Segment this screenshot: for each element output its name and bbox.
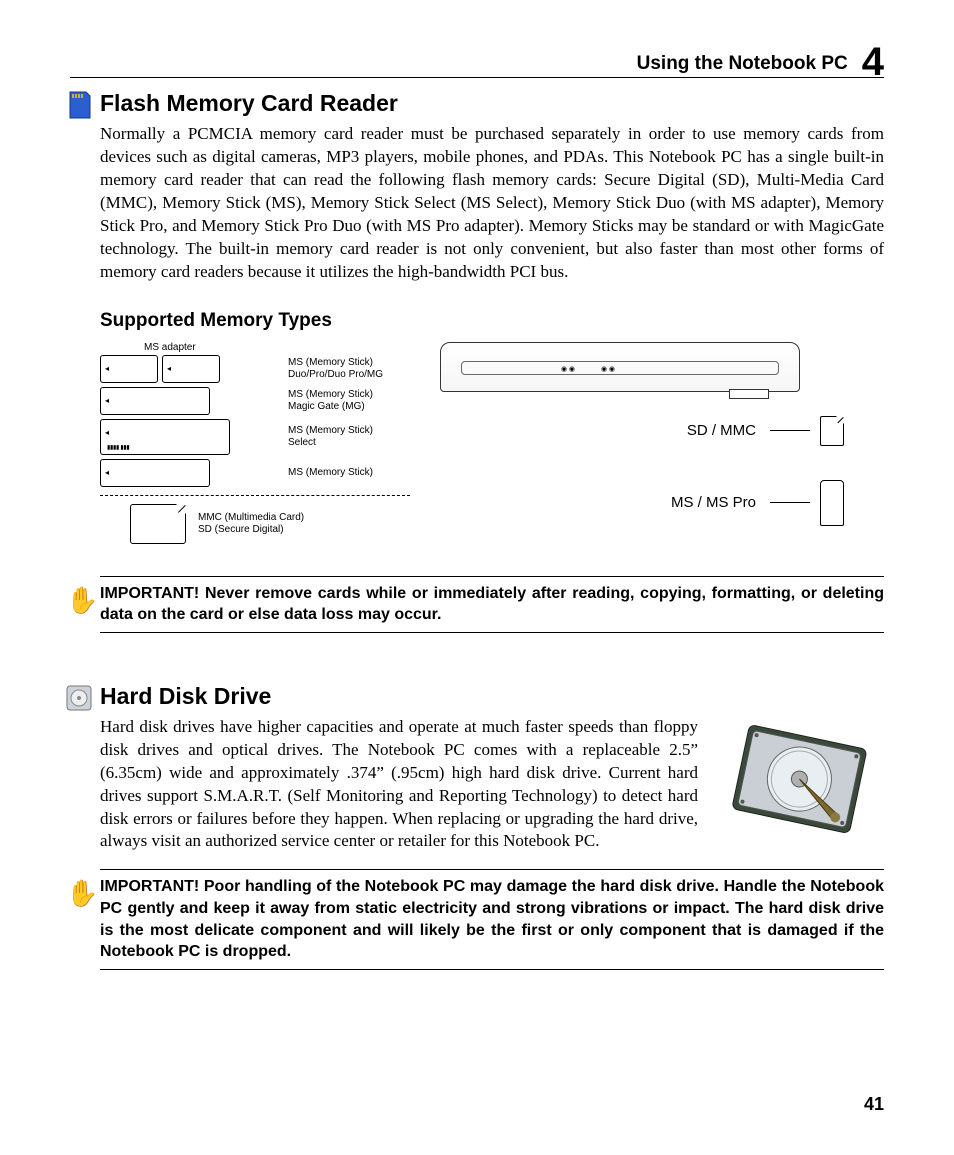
- supported-types-heading: Supported Memory Types: [100, 310, 884, 332]
- card-row-sd: MMC (Multimedia Card) SD (Secure Digital…: [130, 504, 410, 544]
- card-ms-duo: ◂: [100, 355, 158, 383]
- warning1-text: IMPORTANT! Never remove cards while or i…: [100, 585, 884, 624]
- slot-sd-row: SD / MMC: [440, 416, 844, 446]
- flash-reader-heading: Flash Memory Card Reader: [100, 90, 884, 117]
- warning-hdd-handling: ✋ IMPORTANT! Poor handling of the Notebo…: [100, 869, 884, 969]
- card-row-select: ◂ ▮▮▮▮ ▮▮▮ MS (Memory Stick) Select: [100, 419, 410, 455]
- card-label-bottom: MMC (Multimedia Card) SD (Secure Digital…: [198, 512, 304, 536]
- laptop-side-view: ◉ ◉ ◉ ◉: [440, 342, 800, 392]
- card-ms-select: ◂ ▮▮▮▮ ▮▮▮: [100, 419, 230, 455]
- card-ms: ◂: [100, 459, 210, 487]
- warning2-text: IMPORTANT! Poor handling of the Notebook…: [100, 878, 884, 960]
- card-label-2: MS (Memory Stick) Select: [288, 425, 373, 449]
- hdd-heading: Hard Disk Drive: [100, 683, 884, 710]
- card-label-3: MS (Memory Stick): [288, 467, 373, 479]
- memory-types-diagram: MS adapter ◂ ◂ MS (Memory Stick) Duo/Pro…: [100, 342, 884, 548]
- memory-card-icon: [64, 90, 94, 120]
- slot-label-ms: MS / MS Pro: [671, 494, 756, 511]
- card-ms-adapter: ◂: [162, 355, 220, 383]
- section-flash-reader: Flash Memory Card Reader Normally a PCMC…: [100, 90, 884, 548]
- hdd-image: [714, 716, 884, 846]
- slot-card-ms: [820, 480, 844, 526]
- hdd-small-icon: [64, 683, 94, 713]
- warning-card-removal: ✋ IMPORTANT! Never remove cards while or…: [100, 576, 884, 633]
- hand-stop-icon: ✋: [66, 876, 98, 911]
- card-sd-mmc: [130, 504, 186, 544]
- page-number: 41: [864, 1094, 884, 1115]
- memory-cards-column: MS adapter ◂ ◂ MS (Memory Stick) Duo/Pro…: [100, 342, 410, 548]
- ms-adapter-label: MS adapter: [144, 342, 410, 353]
- header-section-title: Using the Notebook PC: [637, 53, 848, 75]
- slot-label-sd: SD / MMC: [687, 422, 756, 439]
- card-label-0: MS (Memory Stick) Duo/Pro/Duo Pro/MG: [288, 357, 383, 381]
- card-ms-mg: ◂: [100, 387, 210, 415]
- hand-stop-icon: ✋: [66, 583, 98, 618]
- hdd-body: Hard disk drives have higher capacities …: [100, 716, 698, 854]
- slot-card-sd: [820, 416, 844, 446]
- header-chapter-number: 4: [862, 46, 884, 78]
- slot-ms-row: MS / MS Pro: [440, 480, 844, 526]
- card-row-ms: ◂ MS (Memory Stick): [100, 459, 410, 487]
- dashed-separator: [100, 495, 410, 496]
- card-label-1: MS (Memory Stick) Magic Gate (MG): [288, 389, 373, 413]
- section-hdd: Hard Disk Drive Hard disk drives have hi…: [100, 683, 884, 854]
- page-header: Using the Notebook PC 4: [70, 40, 884, 78]
- laptop-slot-column: ◉ ◉ ◉ ◉ SD / MMC MS / MS Pro: [440, 342, 884, 548]
- card-row-duo: ◂ ◂ MS (Memory Stick) Duo/Pro/Duo Pro/MG: [100, 355, 410, 383]
- flash-reader-body: Normally a PCMCIA memory card reader mus…: [100, 123, 884, 284]
- card-row-mg: ◂ MS (Memory Stick) Magic Gate (MG): [100, 387, 410, 415]
